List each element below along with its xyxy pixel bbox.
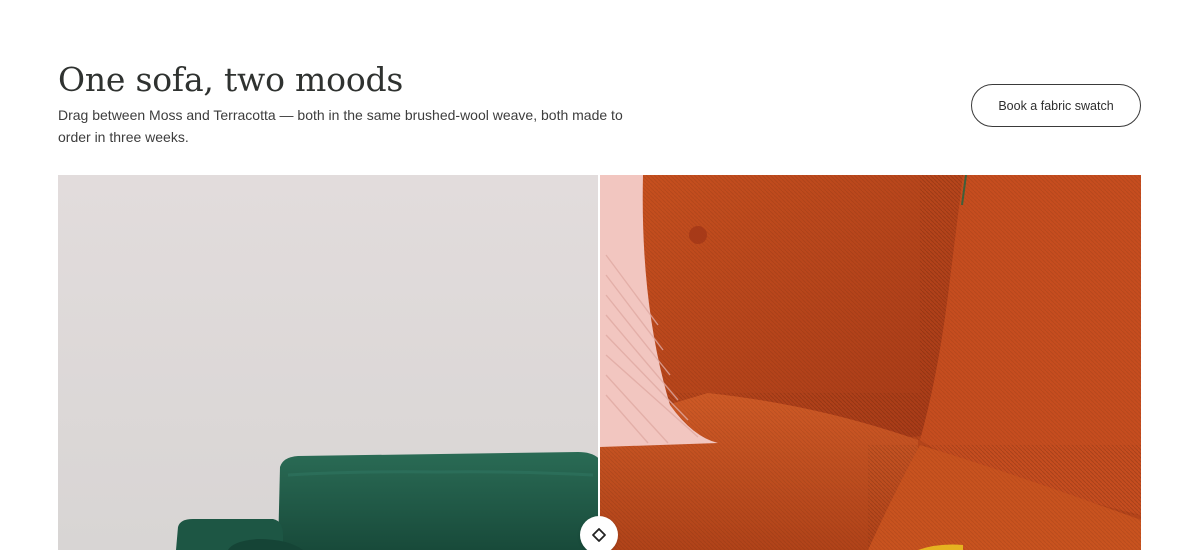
section-title: One sofa, two moods <box>58 60 404 99</box>
terracotta-sofa-image <box>600 175 1141 550</box>
section-subtitle: Drag between Moss and Terracotta — both … <box>58 107 623 145</box>
moss-sofa-image <box>58 175 598 550</box>
before-after-compare[interactable] <box>58 175 1141 550</box>
book-fabric-swatch-button[interactable]: Book a fabric swatch <box>971 84 1141 127</box>
diamond-arrows-icon <box>591 527 607 543</box>
compare-divider[interactable] <box>598 175 600 550</box>
compare-slider-handle[interactable] <box>580 516 618 550</box>
